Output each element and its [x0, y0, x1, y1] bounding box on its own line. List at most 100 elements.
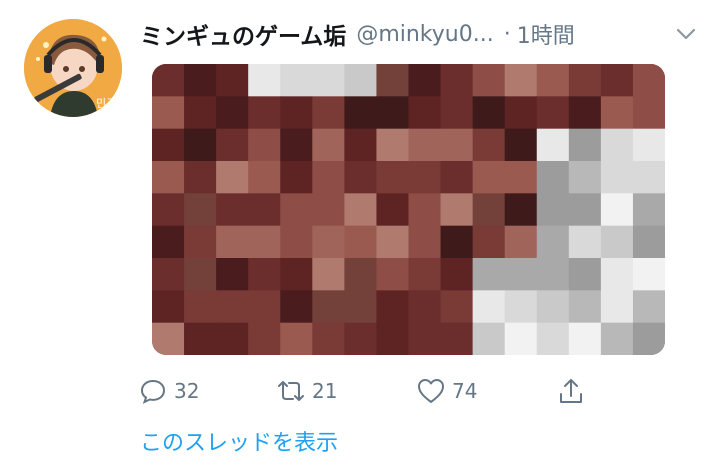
mosaic-tile: [440, 322, 474, 355]
mosaic-tile: [216, 193, 249, 227]
mosaic-tile: [632, 161, 665, 194]
mosaic-tile: [312, 193, 345, 227]
mosaic-tile: [184, 225, 217, 259]
mosaic-tile: [248, 161, 281, 194]
mosaic-tile: [632, 290, 665, 324]
reply-count: 32: [174, 379, 200, 403]
show-thread-link[interactable]: このスレッドを表示: [140, 425, 338, 457]
mosaic-tile: [216, 64, 249, 97]
mosaic-tile: [632, 225, 665, 259]
user-handle[interactable]: @minkyu0...: [356, 22, 493, 47]
mosaic-tile: [376, 64, 410, 97]
mosaic-tile: [344, 64, 378, 97]
mosaic-tile: [632, 96, 665, 130]
mosaic-tile: [440, 128, 474, 162]
mosaic-tile: [184, 64, 217, 97]
mosaic-tile: [472, 96, 506, 130]
mosaic-tile: [280, 258, 313, 291]
mosaic-tile: [440, 225, 474, 259]
retweet-button[interactable]: 21: [276, 370, 337, 412]
mosaic-tile: [408, 322, 442, 355]
mosaic-tile: [344, 96, 378, 130]
mosaic-tile: [472, 225, 506, 259]
mosaic-tile: [568, 225, 602, 259]
mosaic-tile: [312, 161, 345, 194]
mosaic-tile: [248, 225, 281, 259]
mosaic-tile: [440, 193, 474, 227]
mosaic-tile: [600, 225, 634, 259]
mosaic-tile: [440, 64, 474, 97]
mosaic-tile: [472, 290, 506, 324]
mosaic-tile: [184, 128, 217, 162]
mosaic-tile: [312, 128, 345, 162]
mosaic-tile: [568, 161, 602, 194]
mosaic-tile: [280, 290, 313, 324]
mosaic-tile: [568, 258, 602, 291]
mosaic-tile: [216, 96, 249, 130]
mosaic-tile: [376, 161, 410, 194]
mosaic-tile: [152, 290, 185, 324]
mosaic-tile: [408, 290, 442, 324]
mosaic-tile: [216, 161, 249, 194]
mosaic-tile: [152, 258, 185, 291]
share-icon: [560, 379, 582, 403]
mosaic-tile: [376, 290, 410, 324]
mosaic-tile: [280, 161, 313, 194]
mosaic-tile: [472, 128, 506, 162]
mosaic-tile: [344, 161, 378, 194]
share-button[interactable]: [556, 370, 586, 412]
avatar[interactable]: 민규: [24, 19, 122, 117]
timestamp[interactable]: 1時間: [517, 18, 575, 50]
mosaic-tile: [344, 225, 378, 259]
display-name[interactable]: ミンギュのゲーム垢: [140, 17, 346, 51]
pixelated-image: [152, 64, 665, 355]
reply-button[interactable]: 32: [138, 370, 199, 412]
mosaic-tile: [376, 193, 410, 227]
mosaic-tile: [312, 225, 345, 259]
mosaic-tile: [408, 96, 442, 130]
mosaic-tile: [216, 258, 249, 291]
mosaic-tile: [312, 258, 345, 291]
mosaic-tile: [312, 96, 345, 130]
mosaic-tile: [536, 225, 570, 259]
mosaic-tile: [152, 225, 185, 259]
mosaic-tile: [184, 161, 217, 194]
mosaic-tile: [248, 96, 281, 130]
mosaic-tile: [344, 290, 378, 324]
mosaic-tile: [248, 290, 281, 324]
mosaic-tile: [408, 161, 442, 194]
mosaic-tile: [536, 193, 570, 227]
mosaic-tile: [504, 225, 538, 259]
avatar-illustration: 민규: [24, 19, 122, 117]
mosaic-tile: [152, 161, 185, 194]
mosaic-tile: [440, 290, 474, 324]
action-bar: 32 21 74: [138, 370, 598, 412]
mosaic-tile: [632, 258, 665, 291]
mosaic-tile: [504, 193, 538, 227]
mosaic-tile: [184, 322, 217, 355]
mosaic-tile: [216, 322, 249, 355]
avatar-badge: 민규: [96, 97, 116, 110]
mosaic-tile: [280, 322, 313, 355]
mosaic-tile: [568, 96, 602, 130]
mosaic-tile: [312, 322, 345, 355]
mosaic-tile: [568, 64, 602, 97]
mosaic-tile: [408, 128, 442, 162]
mosaic-tile: [536, 96, 570, 130]
mosaic-tile: [632, 322, 665, 355]
mosaic-tile: [216, 128, 249, 162]
mosaic-tile: [280, 193, 313, 227]
like-button[interactable]: 74: [416, 370, 477, 412]
mosaic-tile: [504, 96, 538, 130]
mosaic-tile: [280, 128, 313, 162]
mosaic-tile: [376, 128, 410, 162]
mosaic-tile: [408, 64, 442, 97]
tweet[interactable]: 민규 ミンギュのゲーム垢 @minkyu0... · 1時間 32 21 74 …: [0, 0, 725, 465]
mosaic-tile: [376, 225, 410, 259]
tweet-media-image[interactable]: [152, 64, 665, 355]
mosaic-tile: [312, 290, 345, 324]
mosaic-tile: [152, 322, 185, 355]
mosaic-tile: [440, 258, 474, 291]
chevron-down-icon[interactable]: [672, 20, 700, 48]
mosaic-tile: [600, 322, 634, 355]
